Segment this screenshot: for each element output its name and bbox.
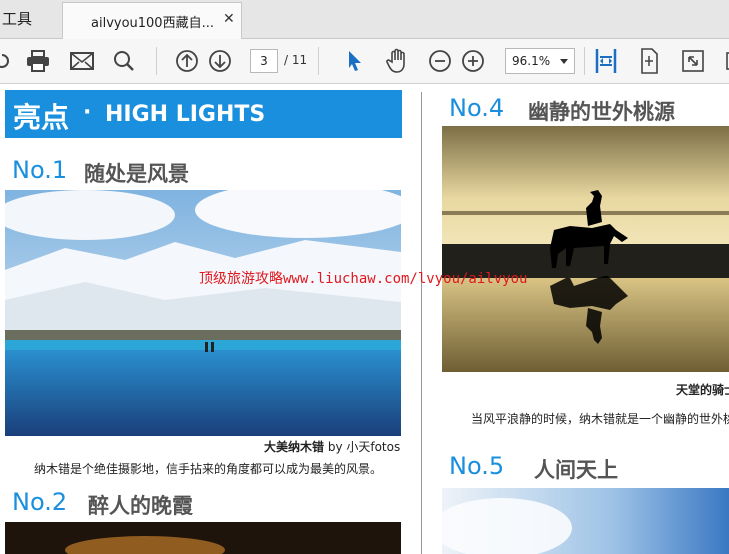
arrow-down-icon[interactable] <box>206 47 234 75</box>
photo-caption: 天堂的骑士 <box>676 381 729 398</box>
document-page: 亮点 · HIGH LIGHTS No.1 随处是风景 大美纳木错 by 小天f… <box>0 84 729 554</box>
toolbar-divider <box>584 47 585 75</box>
search-icon[interactable] <box>110 47 138 75</box>
caption-title: 天堂的骑士 <box>676 383 729 397</box>
caption-title: 大美纳木错 <box>264 440 325 454</box>
section-number: No.4 <box>449 94 505 122</box>
more-icon[interactable] <box>719 47 729 75</box>
zoom-select[interactable]: 96.1% <box>505 48 575 74</box>
sunset-photo <box>5 522 401 554</box>
mail-icon[interactable] <box>68 47 96 75</box>
zoom-out-icon[interactable] <box>426 47 454 75</box>
page-total: / 11 <box>284 53 308 67</box>
section-title: 幽静的世外桃源 <box>528 100 675 124</box>
section-title: 人间天上 <box>534 458 618 482</box>
column-divider <box>421 92 422 554</box>
fullscreen-icon[interactable] <box>679 47 707 75</box>
back-icon[interactable] <box>0 47 16 75</box>
close-icon[interactable]: ✕ <box>223 11 235 27</box>
highlights-dot: · <box>83 100 92 125</box>
section-title: 随处是风景 <box>84 162 189 186</box>
tab-tools[interactable]: 工具 <box>0 0 32 38</box>
horse-rider-photo <box>442 126 729 372</box>
arrow-up-icon[interactable] <box>173 47 201 75</box>
highlights-banner: 亮点 · HIGH LIGHTS <box>5 90 402 138</box>
toolbar-divider <box>318 47 319 75</box>
toolbar-divider <box>156 47 157 75</box>
section-text: 当风平浪静的时候，纳木错就是一个幽静的世外桃 <box>471 412 729 426</box>
tab-document-title: ailvyou100西藏自... <box>91 16 214 31</box>
print-icon[interactable] <box>24 47 52 75</box>
watermark-text: 顶级旅游攻略www.liuchaw.com/lvyou/ailvyou <box>199 271 528 287</box>
hand-icon[interactable] <box>384 47 412 75</box>
chevron-down-icon <box>560 59 568 64</box>
zoom-in-icon[interactable] <box>459 47 487 75</box>
section-number: No.5 <box>449 452 505 480</box>
section-text: 纳木错是个绝佳摄影地，信手拈来的角度都可以成为最美的风景。 <box>34 462 383 476</box>
zoom-value: 96.1% <box>512 54 551 68</box>
sky-photo <box>442 488 729 554</box>
highlights-title-cn: 亮点 <box>13 101 70 134</box>
caption-credit: by 小天fotos <box>324 440 401 454</box>
section-number: No.1 <box>12 156 68 184</box>
lake-photo <box>5 190 401 436</box>
section-number: No.2 <box>12 488 68 516</box>
tab-bar: 工具 ailvyou100西藏自... ✕ <box>0 0 729 39</box>
highlights-title-en: HIGH LIGHTS <box>105 102 266 127</box>
section-title: 醉人的晚霞 <box>88 494 193 518</box>
photo-caption: 大美纳木错 by 小天fotos <box>264 438 400 455</box>
tab-document[interactable]: ailvyou100西藏自... ✕ <box>62 2 242 39</box>
cursor-icon[interactable] <box>341 47 369 75</box>
toolbar: 3 / 11 96.1% <box>0 39 729 84</box>
page-number-input[interactable]: 3 <box>250 49 278 73</box>
fit-width-icon[interactable] <box>592 47 620 75</box>
fit-page-icon[interactable] <box>635 47 663 75</box>
